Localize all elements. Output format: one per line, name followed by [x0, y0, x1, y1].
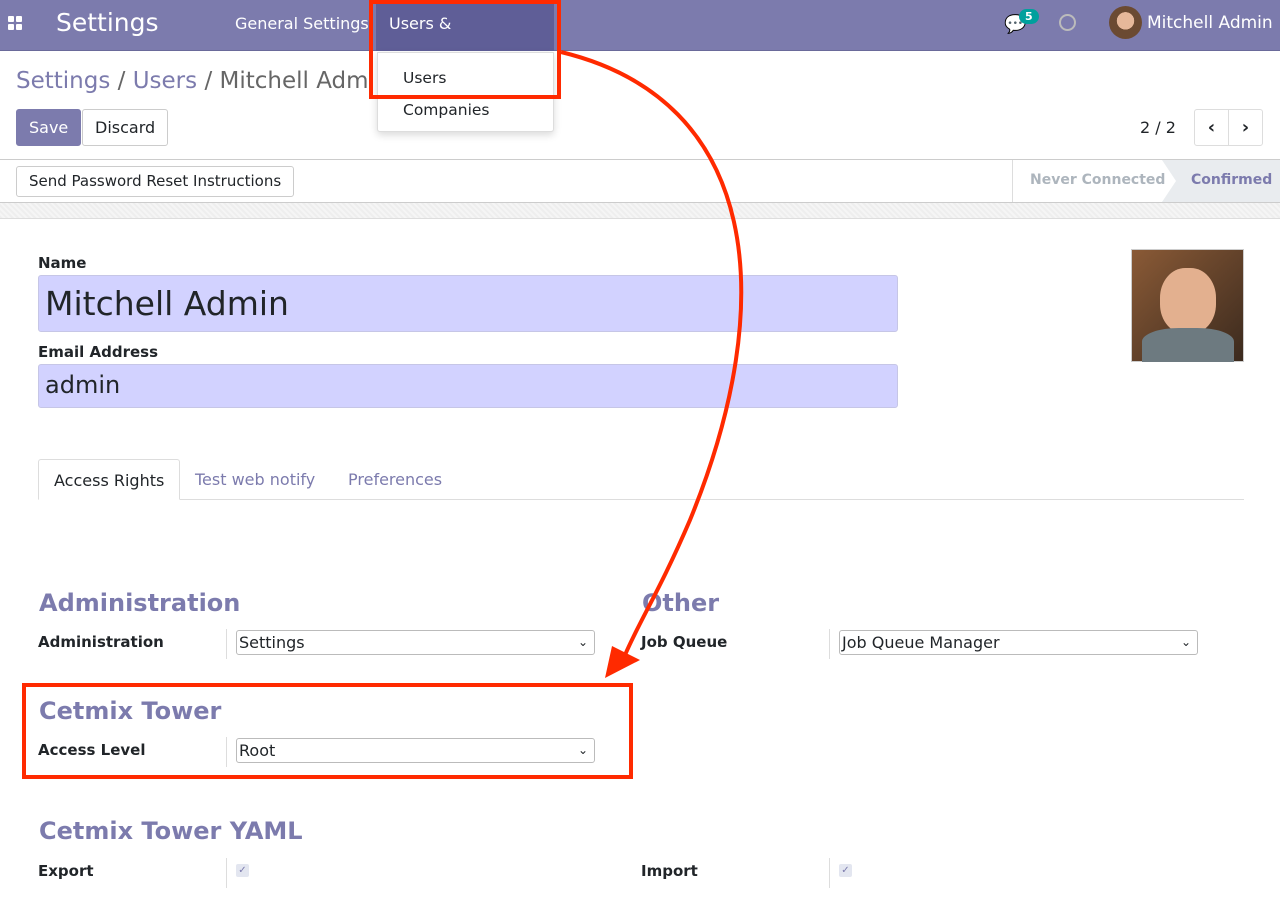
annotation-arrow	[560, 50, 744, 678]
